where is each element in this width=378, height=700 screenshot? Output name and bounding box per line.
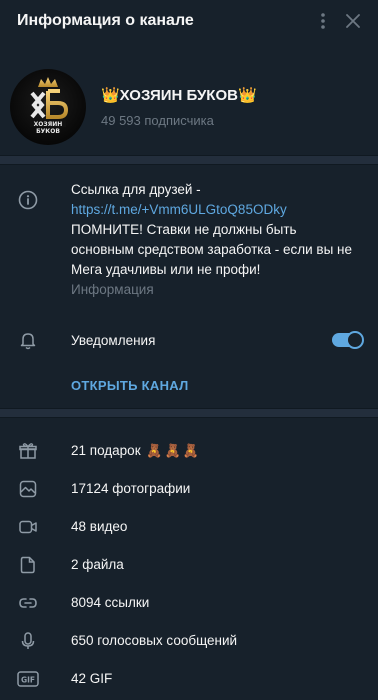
bear-gift-icon: 🧸 [164, 443, 181, 458]
media-label: 650 голосовых сообщений [71, 633, 238, 648]
microphone-icon [16, 629, 40, 653]
svg-text:ХОЗЯИН: ХОЗЯИН [34, 121, 63, 128]
open-channel-button[interactable]: ОТКРЫТЬ КАНАЛ [71, 378, 189, 393]
channel-logo-icon: ХОЗЯИН БУКОВ [30, 77, 69, 135]
description-body: ПОМНИТЕ! Ставки не должны быть основным … [71, 222, 352, 277]
page-title: Информация о канале [17, 12, 194, 29]
close-icon[interactable] [338, 6, 368, 36]
media-label: 21 подарок 🧸 🧸 🧸 [71, 443, 199, 459]
channel-name: 👑ХОЗЯИН БУКОВ👑 [101, 87, 257, 104]
media-row-photos[interactable]: 17124 фотографии [0, 470, 378, 508]
media-label: 42 GIF [71, 671, 113, 686]
bear-gift-icon: 🧸 [146, 443, 163, 458]
gifts-count: 21 подарок [71, 443, 141, 458]
media-row-voice[interactable]: 650 голосовых сообщений [0, 622, 378, 660]
avatar[interactable]: ХОЗЯИН БУКОВ [10, 69, 86, 145]
media-row-videos[interactable]: 48 видео [0, 508, 378, 546]
media-row-files[interactable]: 2 файла [0, 546, 378, 584]
photo-icon [16, 477, 40, 501]
video-icon [16, 515, 40, 539]
description-caption: Информация [71, 282, 154, 297]
gift-icon [16, 439, 40, 463]
media-label: 17124 фотографии [71, 481, 191, 496]
toggle-knob [346, 331, 364, 349]
channel-description: Ссылка для друзей - https://t.me/+Vmm6UL… [71, 180, 362, 300]
section-divider [0, 155, 378, 165]
svg-text:БУКОВ: БУКОВ [36, 128, 60, 135]
channel-profile: ХОЗЯИН БУКОВ 👑ХОЗЯИН БУКОВ👑 49 593 подпи… [0, 42, 378, 147]
media-row-gifs[interactable]: GIF 42 GIF [0, 660, 378, 698]
description-line: Ссылка для друзей - [71, 182, 201, 197]
bell-icon [16, 328, 40, 352]
info-icon [16, 188, 40, 212]
notifications-label: Уведомления [71, 332, 156, 348]
media-row-links[interactable]: 8094 ссылки [0, 584, 378, 622]
subscriber-count: 49 593 подписчика [101, 113, 214, 128]
media-label: 8094 ссылки [71, 595, 150, 610]
invite-link[interactable]: https://t.me/+Vmm6ULGtoQ85ODky [71, 200, 362, 220]
file-icon [16, 553, 40, 577]
more-menu-icon[interactable] [308, 6, 338, 36]
header-bar: Информация о канале [0, 0, 378, 42]
notifications-toggle[interactable] [332, 331, 364, 349]
notifications-row[interactable]: Уведомления [0, 328, 378, 352]
media-label: 48 видео [71, 519, 128, 534]
bear-gift-icon: 🧸 [182, 443, 199, 458]
section-divider [0, 408, 378, 418]
media-row-gifts[interactable]: 21 подарок 🧸 🧸 🧸 [0, 432, 378, 470]
gif-icon: GIF [16, 667, 40, 691]
media-label: 2 файла [71, 557, 124, 572]
link-icon [16, 591, 40, 615]
svg-text:GIF: GIF [21, 676, 35, 685]
